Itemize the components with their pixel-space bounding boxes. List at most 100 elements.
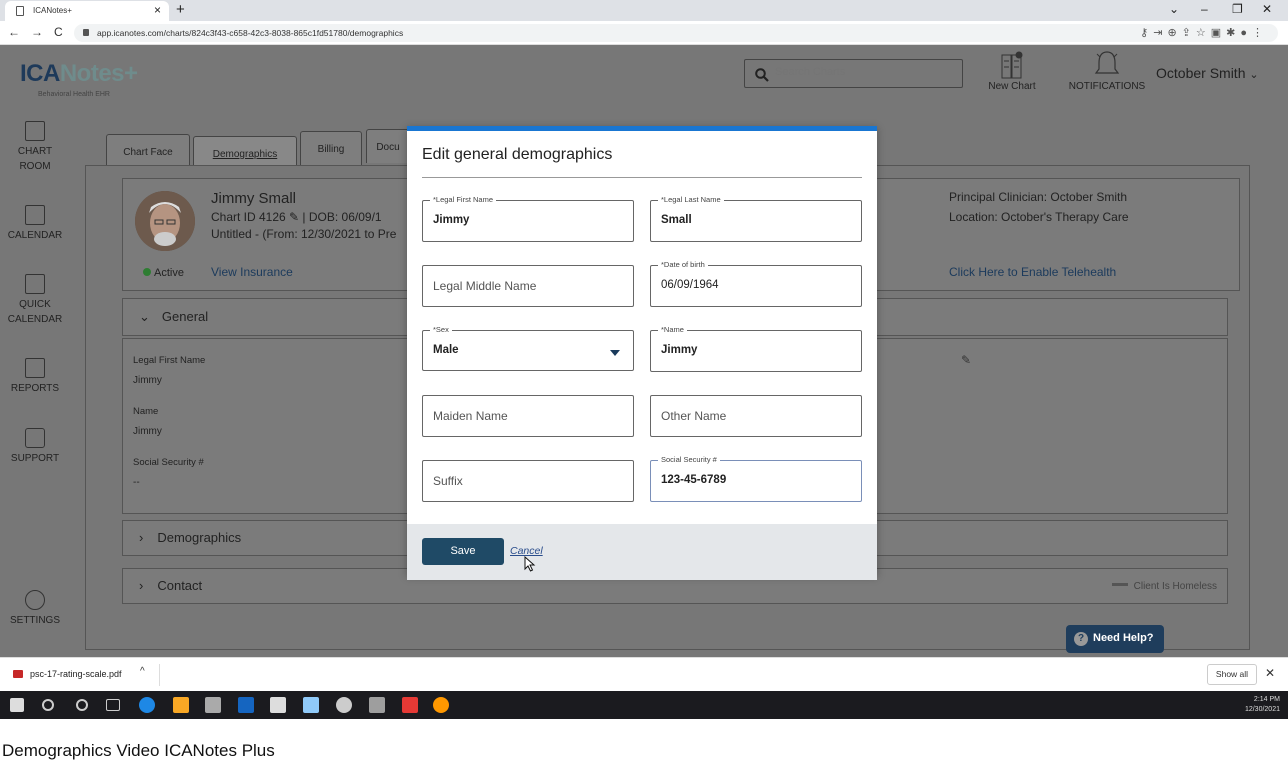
tab-chart-face[interactable]: Chart Face — [106, 134, 190, 168]
sidebar-item-chart-room[interactable]: CHART ROOM — [0, 121, 70, 174]
app-icon[interactable] — [402, 697, 418, 713]
sex-select[interactable]: *Sex Male — [422, 325, 634, 371]
need-help-button[interactable]: ? Need Help? — [1066, 625, 1164, 653]
field-label: Social Security # — [133, 457, 204, 468]
field-value: Jimmy — [661, 344, 698, 356]
windows-start-icon[interactable] — [10, 698, 24, 712]
back-arrow-icon[interactable]: ← — [8, 25, 20, 39]
logo-ica: ICA — [20, 60, 60, 87]
new-chart-icon — [1001, 51, 1023, 79]
restore-button[interactable]: ❐ — [1232, 2, 1243, 16]
field-placeholder: Other Name — [661, 409, 727, 423]
legal-middle-name-field[interactable]: Legal Middle Name — [422, 265, 634, 307]
field-placeholder: Suffix — [433, 474, 463, 488]
user-menu[interactable]: October Smith ⌄ — [1156, 65, 1259, 81]
field-placeholder: Maiden Name — [433, 409, 508, 423]
patient-photo — [135, 191, 195, 251]
principal-clinician: Principal Clinician: October Smith — [949, 190, 1128, 204]
chevron-down-icon: ⌄ — [1249, 69, 1259, 81]
download-file-name: psc-17-rating-scale.pdf — [30, 669, 122, 679]
field-value: Jimmy — [433, 214, 470, 226]
view-insurance-link[interactable]: View Insurance — [211, 265, 293, 279]
field-placeholder: Legal Middle Name — [433, 279, 537, 293]
tab-documents[interactable]: Docu — [366, 129, 410, 163]
legal-first-name-field[interactable]: *Legal First Name Jimmy — [422, 195, 634, 242]
pencil-icon[interactable]: ✎ — [961, 353, 971, 367]
save-button[interactable]: Save — [422, 538, 504, 565]
lock-icon — [83, 29, 89, 36]
store-icon[interactable] — [205, 697, 221, 713]
icanotes-logo[interactable]: ICANotes+ Behavioral Health EHR — [20, 60, 138, 98]
app-icon[interactable] — [369, 697, 385, 713]
status-badge: Active — [143, 267, 184, 279]
patient-name: Jimmy Small — [211, 190, 296, 207]
task-view-icon[interactable] — [106, 699, 120, 711]
dropbox-icon[interactable] — [303, 697, 319, 713]
close-download-bar-icon[interactable]: ✕ — [1265, 666, 1275, 680]
sidebar-item-quick-calendar[interactable]: QUICK CALENDAR — [0, 274, 70, 327]
amazon-icon[interactable] — [270, 697, 286, 713]
clock-time: 2:14 PM — [1253, 696, 1280, 703]
address-bar[interactable]: app.icanotes.com/charts/824c3f43-c658-42… — [74, 24, 1278, 42]
download-item[interactable]: psc-17-rating-scale.pdf — [13, 669, 122, 679]
close-window-button[interactable]: ✕ — [1262, 2, 1272, 16]
chart-room-icon — [25, 121, 45, 141]
legal-last-name-field[interactable]: *Legal Last Name Small — [650, 195, 862, 242]
new-tab-button[interactable]: + — [176, 1, 185, 18]
close-tab-icon[interactable]: × — [154, 3, 161, 17]
sidebar-label: REPORTS — [10, 383, 60, 394]
cortana-icon[interactable] — [76, 699, 88, 711]
tab-billing[interactable]: Billing — [300, 131, 362, 165]
sidebar-label-room: ROOM — [19, 161, 51, 172]
field-label: *Date of birth — [658, 260, 708, 269]
chrome-icon[interactable] — [433, 697, 449, 713]
sidebar-item-reports[interactable]: REPORTS — [0, 358, 70, 396]
maiden-name-field[interactable]: Maiden Name — [422, 395, 634, 437]
demographics-section-title: › Demographics — [139, 530, 241, 545]
new-chart-label: New Chart — [988, 81, 1036, 92]
sidebar-item-calendar[interactable]: CALENDAR — [0, 205, 70, 243]
system-clock[interactable]: 2:14 PM 12/30/2021 — [1245, 695, 1280, 715]
mail-icon[interactable] — [238, 697, 254, 713]
search-icon — [755, 68, 769, 82]
tab-search-icon[interactable]: ⌄ — [1169, 2, 1179, 16]
notifications-button[interactable]: NOTIFICATIONS — [1066, 49, 1148, 92]
minimize-button[interactable]: – — [1201, 2, 1208, 16]
browser-tab-strip: ICANotes+ × + ⌄ – ❐ ✕ — [0, 0, 1288, 21]
other-name-field[interactable]: Other Name — [650, 395, 862, 437]
homeless-label: Client Is Homeless — [1133, 581, 1217, 592]
app-icon[interactable] — [336, 697, 352, 713]
field-value: 06/09/1964 — [661, 279, 719, 291]
sidebar-label-quick: QUICK — [19, 299, 51, 310]
new-chart-button[interactable]: New Chart — [988, 51, 1036, 92]
name-field[interactable]: *Name Jimmy — [650, 325, 862, 372]
search-charts[interactable] — [744, 59, 963, 88]
patient-episode: Untitled - (From: 12/30/2021 to Pre — [211, 227, 397, 241]
page-icon — [16, 6, 24, 16]
browser-extension-icons[interactable]: ⚷⇥⊕⇪☆▣✱●⋮ — [1140, 26, 1268, 39]
tab-label: Chart Face — [123, 147, 173, 158]
reload-icon[interactable]: C — [54, 25, 63, 39]
sidebar-item-settings[interactable]: SETTINGS — [0, 590, 70, 628]
field-label: *Legal Last Name — [658, 195, 724, 204]
ssn-field[interactable]: Social Security # 123-45-6789 — [650, 455, 862, 502]
search-icon[interactable] — [42, 699, 54, 711]
suffix-field[interactable]: Suffix — [422, 460, 634, 502]
help-icon: ? — [1074, 632, 1088, 646]
tab-label: Docu — [376, 142, 400, 153]
forward-arrow-icon[interactable]: → — [31, 25, 43, 39]
homeless-toggle[interactable]: Client Is Homeless — [1111, 581, 1217, 592]
sidebar-item-support[interactable]: SUPPORT — [0, 428, 70, 466]
download-bar: psc-17-rating-scale.pdf ^ Show all ✕ — [0, 657, 1288, 691]
search-input[interactable] — [775, 66, 955, 78]
dialog-title: Edit general demographics — [422, 146, 613, 163]
enable-telehealth-link[interactable]: Click Here to Enable Telehealth — [949, 265, 1116, 279]
chevron-right-icon: › — [139, 578, 144, 593]
date-of-birth-field[interactable]: *Date of birth 06/09/1964 — [650, 260, 862, 307]
file-explorer-icon[interactable] — [173, 697, 189, 713]
show-all-button[interactable]: Show all — [1207, 664, 1257, 685]
chevron-up-icon[interactable]: ^ — [140, 666, 145, 677]
browser-tab[interactable]: ICANotes+ × — [5, 1, 169, 21]
field-value: Male — [433, 344, 459, 356]
edge-icon[interactable] — [139, 697, 155, 713]
